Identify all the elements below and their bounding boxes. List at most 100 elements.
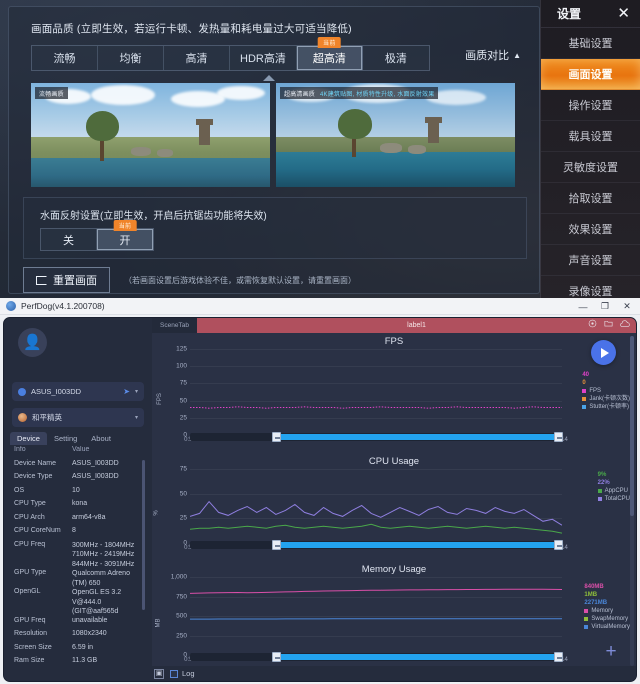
expand-button[interactable]: ▣	[154, 668, 164, 679]
slider-fill	[275, 654, 559, 660]
tab-setting[interactable]: Setting	[47, 432, 84, 445]
table-row: Resolution 1080x2340	[10, 630, 146, 644]
row-value: OpenGL ES 3.2 V@444.0 (GIT@aaf565d	[72, 589, 122, 615]
water-reflection-on[interactable]: 当前 开	[97, 220, 153, 250]
maximize-button[interactable]: ❐	[594, 301, 616, 312]
y-tick-label: 250	[176, 632, 187, 639]
quality-tab-hdr-gaoqing[interactable]: HDR高清	[230, 46, 297, 70]
slider-handle-left[interactable]	[271, 432, 281, 442]
sidebar-item-basic[interactable]: 基础设置	[541, 28, 640, 59]
app-selector[interactable]: 和平精英 ▾	[12, 408, 144, 427]
legend-item[interactable]: Jank(卡顿次数)	[582, 395, 630, 403]
checkbox-icon	[170, 669, 178, 678]
avatar[interactable]: 👤	[18, 328, 47, 357]
row-value: 1080x2340	[72, 630, 107, 637]
quality-tab-jiqing[interactable]: 极清	[363, 46, 429, 70]
folder-icon[interactable]	[604, 319, 613, 330]
device-selector[interactable]: ASUS_I003DD ➤ ▾	[12, 382, 144, 401]
sidebar-item-pickup[interactable]: 拾取设置	[541, 183, 640, 214]
current-badge: 当前	[318, 37, 341, 48]
row-key: CPU Arch	[14, 513, 45, 521]
chart-memory: Memory Usage MB 02505007501,000 0:500:58…	[152, 561, 636, 673]
y-tick-label: 50	[179, 490, 187, 498]
legend-item[interactable]: Stutter(卡顿率)	[582, 403, 630, 411]
sidebar-item-effects[interactable]: 效果设置	[541, 214, 640, 245]
minimize-button[interactable]: —	[572, 302, 594, 312]
perfdog-window: PerfDog(v4.1.200708) — ❐ ✕ 👤 ASUS_I003DD…	[0, 298, 640, 684]
tab-device[interactable]: Device	[10, 432, 47, 445]
slider-handle-right[interactable]	[554, 652, 564, 662]
slider-fill	[275, 434, 559, 440]
quality-tab-liuchang[interactable]: 流畅	[32, 46, 98, 70]
quality-preview-images: 流畅画质 超高清画质 4K建筑贴图, 材质特性升级, 水面反射效果	[31, 83, 516, 187]
selection-pointer-icon	[263, 75, 275, 81]
legend-item[interactable]: Memory	[584, 607, 630, 615]
sidebar-item-recording[interactable]: 录像设置	[541, 276, 640, 298]
scene-tab[interactable]: SceneTab	[152, 318, 197, 333]
picture-settings-body: 画面品质 (立即生效，若运行卡顿、发热量和耗电量过大可适当降低) 流畅 均衡 高…	[8, 6, 540, 294]
quality-tab-gaoqing[interactable]: 高清	[164, 46, 230, 70]
close-button[interactable]: ✕	[616, 301, 638, 312]
slider-handle-right[interactable]	[554, 540, 564, 550]
series-line	[190, 502, 562, 526]
gridline	[190, 469, 562, 470]
legend-fps: 40 0 FPS Jank(卡顿次数) Stutter(卡顿率)	[582, 371, 630, 411]
legend-swatch	[597, 497, 602, 501]
gridline	[190, 616, 562, 617]
sidebar-item-graphics[interactable]: 画面设置	[541, 59, 640, 90]
legend-item[interactable]: SwapMemory	[584, 615, 630, 623]
reset-button-label: 重置画面	[53, 275, 97, 287]
perfdog-left-panel: 👤 ASUS_I003DD ➤ ▾ 和平精英 ▾ Device Setting …	[4, 318, 152, 681]
gridline	[190, 366, 562, 368]
close-icon[interactable]: ✕	[613, 6, 634, 21]
preview-image-low[interactable]: 流畅画质	[31, 83, 270, 187]
device-info-table: Info Value Device Name ASUS_I003DD Device…	[10, 446, 146, 678]
cloud-icon[interactable]	[620, 319, 630, 330]
label-bar[interactable]: label1	[197, 318, 636, 333]
log-checkbox[interactable]: Log	[170, 669, 195, 678]
charts-scrollbar[interactable]	[630, 336, 634, 666]
current-badge: 当前	[113, 220, 137, 231]
row-value: 6.59 in	[72, 643, 94, 651]
perfdog-titlebar: PerfDog(v4.1.200708) — ❐ ✕	[0, 298, 640, 315]
plot-area-fps[interactable]: 0 25 50 75 100 125	[176, 346, 562, 439]
slider-handle-left[interactable]	[271, 540, 281, 550]
tower-roof	[425, 117, 442, 123]
sidebar-item-sound[interactable]: 声音设置	[541, 245, 640, 276]
chart-title: Memory Usage	[361, 564, 427, 575]
timeline-slider-memory[interactable]	[190, 652, 564, 662]
tab-about[interactable]: About	[84, 432, 118, 445]
preview-label-text: 超高清画质	[284, 91, 316, 98]
sidebar-item-vehicle[interactable]: 载具设置	[541, 121, 640, 152]
quality-compare-button[interactable]: 画质对比 ▲	[465, 47, 521, 63]
slider-handle-right[interactable]	[554, 432, 564, 442]
rock-shape	[131, 147, 151, 156]
add-chart-icon[interactable]: +	[602, 642, 620, 661]
legend-item[interactable]: FPS	[582, 387, 630, 395]
preview-image-ultra[interactable]: 超高清画质 4K建筑贴图, 材质特性升级, 水面反射效果	[276, 83, 515, 187]
sidebar-item-controls[interactable]: 操作设置	[541, 90, 640, 121]
timeline-slider-cpu[interactable]	[190, 540, 564, 550]
refresh-icon[interactable]: ➤	[123, 387, 130, 396]
plot-area-cpu[interactable]: 0 25 50 75	[180, 466, 562, 547]
timeline-slider-fps[interactable]	[190, 432, 564, 442]
sidebar-item-sensitivity[interactable]: 灵敏度设置	[541, 152, 640, 183]
table-row: CPU Arch arm64-v8a	[10, 514, 146, 528]
plot-area-memory[interactable]: 0 250 500 750 1,000	[171, 574, 562, 659]
series-line	[190, 524, 562, 533]
row-value: 10	[72, 486, 80, 494]
legend-item[interactable]: VirtualMemory	[584, 623, 630, 631]
location-icon[interactable]	[588, 319, 597, 330]
quality-tab-junheng[interactable]: 均衡	[98, 46, 164, 70]
water-reflection-off[interactable]: 关	[41, 229, 97, 250]
column-header-info: Info	[14, 446, 26, 453]
table-scrollbar[interactable]	[142, 460, 145, 610]
slider-handle-left[interactable]	[271, 652, 281, 662]
reset-picture-button[interactable]: 重置画面	[23, 267, 110, 293]
legend-item[interactable]: AppCPU	[597, 487, 630, 495]
legend-item[interactable]: TotalCPU	[597, 495, 630, 503]
sidebar-item-label: 录像设置	[568, 286, 613, 298]
app-selector-value: 和平精英	[32, 413, 62, 422]
row-value: Qualcomm Adreno (TM) 650	[72, 570, 130, 587]
quality-tab-chaogaoqing[interactable]: 当前 超高清	[296, 37, 363, 70]
